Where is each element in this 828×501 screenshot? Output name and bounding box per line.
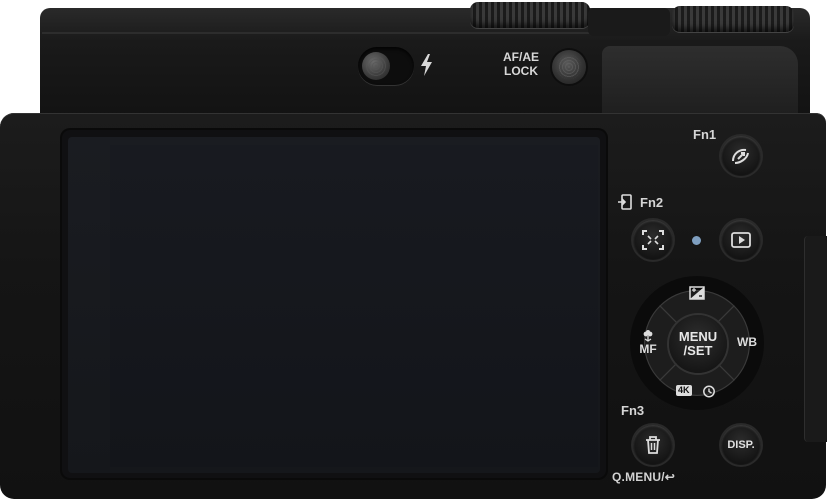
menu-set-button[interactable]: MENU /SET: [669, 315, 727, 373]
disp-button[interactable]: DISP.: [721, 425, 761, 465]
status-led: [692, 236, 701, 245]
af-ae-lock-label: AF/AE LOCK: [493, 50, 549, 78]
strap-side-panel: [804, 236, 827, 442]
focus-frame-icon: [642, 230, 664, 250]
af-ae-lock-button[interactable]: [552, 50, 586, 84]
af-ae-label-line2: LOCK: [504, 64, 538, 78]
top-edge: [42, 32, 602, 34]
macro-flower-icon: [643, 330, 653, 342]
control-dial[interactable]: [470, 2, 590, 28]
exposure-compensation-icon: [689, 286, 705, 300]
shutter-housing: [588, 8, 670, 36]
menu-set-line1: MENU: [678, 329, 718, 344]
af-ae-label-line1: AF/AE: [503, 50, 539, 64]
fn1-button[interactable]: [721, 136, 761, 176]
flash-bolt-icon: [421, 54, 432, 76]
pad-down-label: 4K: [676, 384, 722, 398]
playback-icon: [731, 232, 751, 248]
fn3-label: Fn3: [621, 403, 645, 418]
camera-back-view: AF/AE LOCK Fn1 Fn2 MF WB 4K MENU /SET Fn…: [0, 0, 828, 501]
4k-badge: 4K: [676, 385, 692, 396]
thumb-rest: [602, 46, 798, 118]
fn2-label: Fn2: [640, 195, 664, 210]
lcd-screen-active-area: [110, 145, 598, 467]
trash-icon: [646, 436, 660, 454]
fn3-delete-button[interactable]: [633, 425, 673, 465]
disp-label: DISP.: [727, 439, 755, 451]
qmenu-back-label: Q.MENU/↩: [612, 470, 675, 484]
pad-right-label: WB: [737, 335, 757, 349]
pad-left-mf-label: MF: [639, 342, 657, 356]
fn1-label: Fn1: [693, 127, 717, 142]
menu-set-line2: /SET: [683, 343, 713, 358]
post-focus-icon: [732, 148, 749, 164]
flash-lever-knob[interactable]: [362, 52, 390, 80]
wifi-transfer-icon: [618, 194, 632, 210]
self-timer-icon: [703, 385, 715, 398]
fn2-button[interactable]: [633, 220, 673, 260]
playback-button[interactable]: [721, 220, 761, 260]
pad-left-label: MF: [636, 330, 660, 355]
mode-dial[interactable]: [672, 6, 794, 32]
flash-open-lever[interactable]: [358, 47, 414, 85]
